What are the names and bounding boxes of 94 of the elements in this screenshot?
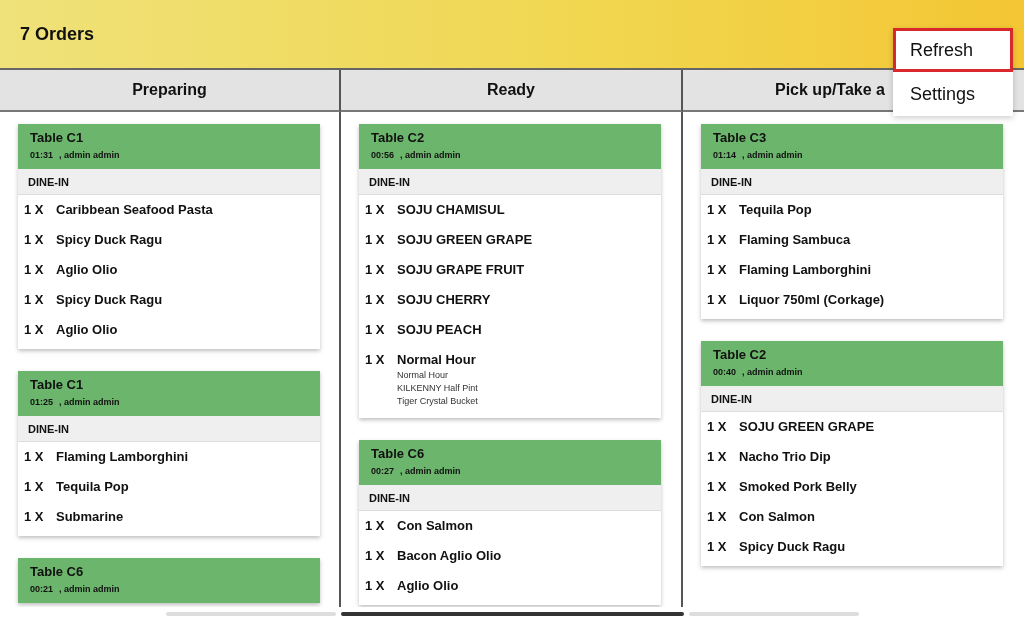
order-time: 00:40 — [713, 366, 737, 379]
item-name: Con Salmon — [739, 508, 815, 526]
order-time: 01:14 — [713, 149, 737, 162]
item-quantity: 1 X — [365, 577, 386, 595]
item-quantity: 1 X — [707, 418, 728, 436]
order-card[interactable]: Table C2 00:56 , admin admin DINE-IN 1 X SOJU CHAMISUL 1 X SOJU GREEN GRAPE 1 X SOJU GRAPE FRUIT 1 X SOJU CHERRY 1 X SOJU PEACH 1 X Normal Hour Normal Hour KILKENNY Half Pint Tiger Crystal Bucket — [359, 124, 661, 418]
order-card[interactable]: Table C2 00:40 , admin admin DINE-IN 1 X SOJU GREEN GRAPE 1 X Nacho Trio Dip 1 X Smoked Pork Belly 1 X Con Salmon 1 X Spicy Duck Ragu — [701, 341, 1003, 566]
item-quantity: 1 X — [707, 508, 728, 526]
item-name: SOJU CHERRY — [397, 291, 491, 309]
item-quantity: 1 X — [365, 201, 386, 219]
item-quantity: 1 X — [24, 448, 45, 466]
table-name: Table C6 — [371, 445, 426, 463]
item-quantity: 1 X — [24, 508, 45, 526]
table-name: Table C2 — [713, 346, 768, 364]
item-name: SOJU PEACH — [397, 321, 482, 339]
order-time: 01:31 — [30, 149, 54, 162]
order-time: 00:27 — [371, 465, 395, 478]
item-name: Con Salmon — [397, 517, 473, 535]
item-name: Spicy Duck Ragu — [56, 231, 163, 249]
item-quantity: 1 X — [365, 291, 386, 309]
item-quantity: 1 X — [365, 547, 386, 565]
order-card[interactable]: Table C1 01:25 , admin admin DINE-IN 1 X Flaming Lamborghini 1 X Tequila Pop 1 X Submarine — [18, 371, 320, 536]
order-type: DINE-IN — [18, 416, 320, 442]
item-name: Submarine — [56, 508, 124, 526]
staff-name: , admin admin — [59, 583, 120, 596]
order-time: 01:25 — [30, 396, 54, 409]
item-quantity: 1 X — [707, 261, 728, 279]
item-quantity: 1 X — [707, 201, 728, 219]
order-type: DINE-IN — [701, 169, 1003, 195]
table-name: Table C2 — [371, 129, 426, 147]
item-quantity: 1 X — [24, 231, 45, 249]
table-name: Table C6 — [30, 563, 85, 581]
item-quantity: 1 X — [365, 231, 386, 249]
item-name: Bacon Aglio Olio — [397, 547, 502, 565]
order-card[interactable]: Table C1 01:31 , admin admin DINE-IN 1 X Caribbean Seafood Pasta 1 X Spicy Duck Ragu 1 X Aglio Olio 1 X Spicy Duck Ragu 1 X Aglio Olio — [18, 124, 320, 349]
item-name: Flaming Lamborghini — [739, 261, 872, 279]
item-name: Flaming Sambuca — [739, 231, 851, 249]
item-quantity: 1 X — [707, 448, 728, 466]
item-quantity: 1 X — [365, 351, 386, 369]
staff-name: , admin admin — [59, 396, 120, 409]
item-name: Aglio Olio — [397, 577, 459, 595]
item-name: Spicy Duck Ragu — [56, 291, 163, 309]
staff-name: , admin admin — [742, 366, 803, 379]
item-detail: Tiger Crystal Bucket — [397, 395, 478, 408]
scroll-thumb[interactable] — [340, 611, 684, 616]
item-quantity: 1 X — [707, 478, 728, 496]
item-name: Liquor 750ml (Corkage) — [739, 291, 885, 309]
item-name: Spicy Duck Ragu — [739, 538, 846, 556]
item-name: Aglio Olio — [56, 261, 118, 279]
order-type: DINE-IN — [359, 169, 661, 195]
item-quantity: 1 X — [24, 321, 45, 339]
orders-count-title: 7 Orders — [20, 23, 95, 45]
item-name: Tequila Pop — [56, 478, 129, 496]
item-quantity: 1 X — [707, 538, 728, 556]
item-name: Caribbean Seafood Pasta — [56, 201, 213, 219]
item-name: Normal Hour — [397, 351, 477, 369]
item-quantity: 1 X — [24, 261, 45, 279]
item-quantity: 1 X — [24, 291, 45, 309]
item-name: SOJU GREEN GRAPE — [397, 231, 533, 249]
order-time: 00:21 — [30, 583, 54, 596]
menu-item[interactable]: Refresh — [893, 28, 1013, 72]
staff-name: , admin admin — [400, 465, 461, 478]
item-name: Tequila Pop — [739, 201, 812, 219]
item-name: Flaming Lamborghini — [56, 448, 189, 466]
table-name: Table C1 — [30, 376, 85, 394]
column-header: Preparing — [0, 70, 341, 112]
order-card[interactable]: Table C3 01:14 , admin admin DINE-IN 1 X Tequila Pop 1 X Flaming Sambuca 1 X Flaming Lamborghini 1 X Liquor 750ml (Corkage) — [701, 124, 1003, 319]
item-detail: KILKENNY Half Pint — [397, 382, 478, 395]
staff-name: , admin admin — [400, 149, 461, 162]
order-type: DINE-IN — [359, 485, 661, 511]
order-card[interactable]: Table C6 00:21 , admin admin — [18, 558, 320, 603]
order-type: DINE-IN — [701, 386, 1003, 412]
item-name: SOJU GREEN GRAPE — [739, 418, 875, 436]
item-quantity: 1 X — [707, 231, 728, 249]
item-name: Aglio Olio — [56, 321, 118, 339]
item-name: Nacho Trio Dip — [739, 448, 831, 466]
item-quantity: 1 X — [24, 478, 45, 496]
item-quantity: 1 X — [24, 201, 45, 219]
order-card[interactable]: Table C6 00:27 , admin admin DINE-IN 1 X Con Salmon 1 X Bacon Aglio Olio 1 X Aglio Olio — [359, 440, 661, 605]
table-name: Table C3 — [713, 129, 768, 147]
staff-name: , admin admin — [59, 149, 120, 162]
order-time: 00:56 — [371, 149, 395, 162]
item-quantity: 1 X — [365, 517, 386, 535]
item-quantity: 1 X — [365, 261, 386, 279]
staff-name: , admin admin — [742, 149, 803, 162]
order-type: DINE-IN — [18, 169, 320, 195]
item-quantity: 1 X — [365, 321, 386, 339]
item-name: SOJU GRAPE FRUIT — [397, 261, 525, 279]
table-name: Table C1 — [30, 129, 85, 147]
item-quantity: 1 X — [707, 291, 728, 309]
item-detail: Normal Hour — [397, 369, 449, 382]
item-name: Smoked Pork Belly — [739, 478, 857, 496]
column-header: Ready — [341, 70, 683, 112]
item-name: SOJU CHAMISUL — [397, 201, 505, 219]
